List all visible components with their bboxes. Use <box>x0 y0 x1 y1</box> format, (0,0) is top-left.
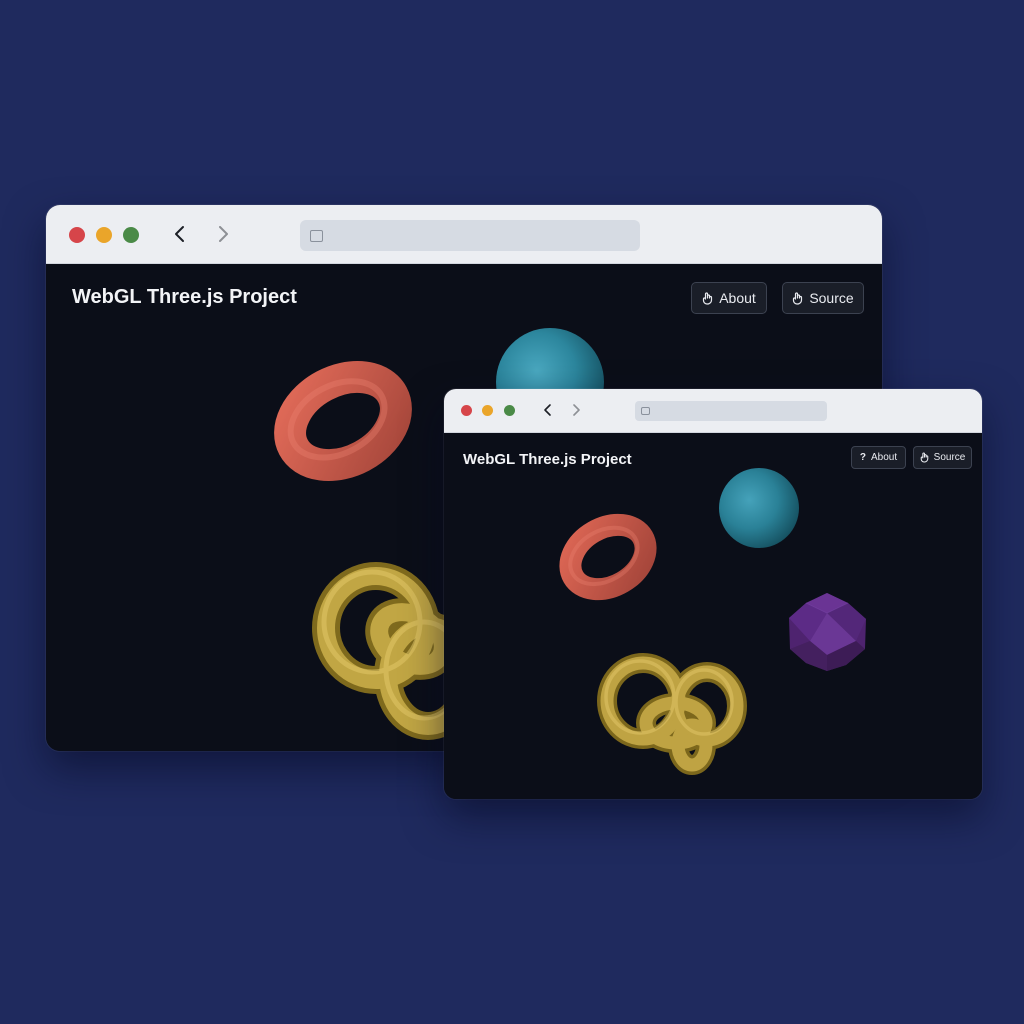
close-window-button[interactable] <box>461 405 472 416</box>
maximize-window-button[interactable] <box>504 405 515 416</box>
hand-icon <box>702 291 713 305</box>
source-button[interactable]: Source <box>782 282 864 314</box>
hand-icon <box>792 291 803 305</box>
browser-window-front: WebGL Three.js Project ? About Source <box>444 389 982 799</box>
about-label: About <box>719 290 756 306</box>
browser-titlebar <box>46 205 882 264</box>
sphere <box>719 468 799 548</box>
page-title: WebGL Three.js Project <box>72 286 297 308</box>
page-icon <box>310 230 323 242</box>
source-label: Source <box>933 452 966 463</box>
close-window-button[interactable] <box>69 227 85 243</box>
minimize-window-button[interactable] <box>482 405 493 416</box>
back-arrow-icon[interactable] <box>543 403 553 417</box>
address-bar[interactable] <box>635 401 827 421</box>
hand-icon <box>920 452 929 463</box>
torus <box>274 360 412 482</box>
about-button[interactable]: About <box>691 282 767 314</box>
minimize-window-button[interactable] <box>96 227 112 243</box>
webgl-canvas[interactable]: WebGL Three.js Project ? About Source <box>444 433 982 799</box>
address-bar[interactable] <box>300 220 640 251</box>
icosahedron <box>789 593 866 671</box>
question-icon: ? <box>859 452 866 463</box>
maximize-window-button[interactable] <box>123 227 139 243</box>
page-title: WebGL Three.js Project <box>463 451 632 468</box>
torus-knot <box>597 653 747 775</box>
source-label: Source <box>809 290 854 306</box>
source-button[interactable]: Source <box>913 446 972 469</box>
three-scene <box>559 468 866 775</box>
torus <box>559 513 657 601</box>
browser-titlebar <box>444 389 982 433</box>
back-arrow-icon[interactable] <box>173 224 187 244</box>
about-label: About <box>870 452 898 463</box>
forward-arrow-icon[interactable] <box>571 403 581 417</box>
about-button[interactable]: ? About <box>851 446 906 469</box>
forward-arrow-icon[interactable] <box>216 224 230 244</box>
page-icon <box>641 407 650 415</box>
